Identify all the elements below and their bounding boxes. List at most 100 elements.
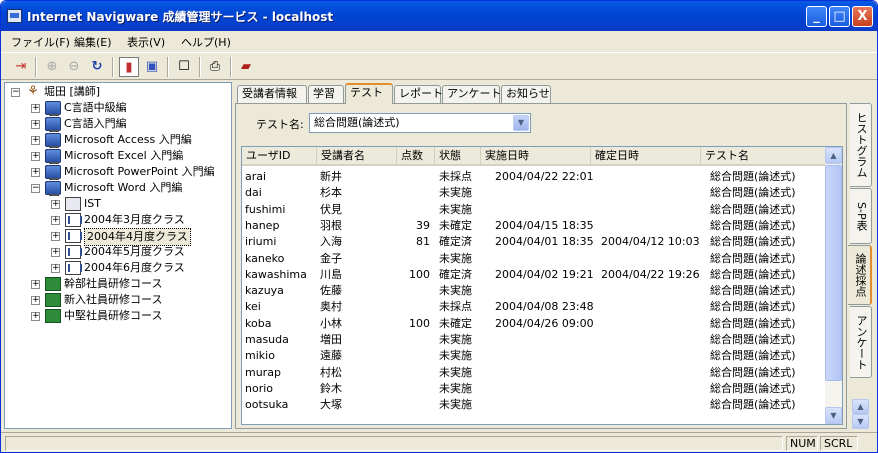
col-user-id[interactable]: ユーザID (242, 147, 317, 166)
table-row[interactable]: masuda 増田 未実施 総合問題(論述式) (242, 331, 826, 348)
cell-student-name: 村松 (320, 365, 342, 379)
tree-expand-toggle[interactable]: + (31, 280, 40, 289)
menu-file[interactable]: ファイル(F) (11, 34, 70, 50)
minimize-button[interactable]: _ (806, 6, 827, 27)
cell-score: 39 (416, 218, 430, 232)
computer-icon (45, 117, 61, 132)
refresh-icon[interactable]: ↻ (87, 57, 107, 77)
course-tree[interactable]: − ⚘ 堀田 [講師] + C言語中級編 + C言語入門編 + Microsoft Acc… (4, 82, 232, 429)
side-tab-histogram[interactable]: ヒストグラム (850, 103, 872, 187)
tree-node-label: Microsoft Excel 入門編 (64, 149, 184, 162)
table-row[interactable]: kei 奥村 未採点 2004/04/08 23:48 総合問題(論述式) (242, 298, 826, 315)
cell-status: 未実施 (439, 349, 472, 363)
menu-view[interactable]: 表示(V) (127, 34, 165, 50)
cell-status: 未採点 (439, 300, 472, 314)
title-bar[interactable]: Internet Navigware 成績管理サービス - localhost … (1, 1, 877, 31)
col-status[interactable]: 状態 (435, 147, 481, 166)
view-toggle-1-icon[interactable]: ▮ (119, 57, 139, 77)
col-test-name[interactable]: テスト名 (701, 147, 826, 166)
scroll-up-icon[interactable]: ▲ (825, 147, 842, 164)
cell-student-name: 佐藤 (320, 284, 342, 298)
side-tab-survey[interactable]: アンケート (850, 306, 872, 378)
col-student-name[interactable]: 受講者名 (317, 147, 397, 166)
tree-expand-toggle[interactable]: + (51, 200, 60, 209)
cell-taken-at: 2004/04/02 19:21 (495, 267, 594, 281)
tab-report[interactable]: レポート (394, 85, 443, 103)
scroll-thumb[interactable] (825, 165, 842, 381)
table-row[interactable]: iriumi 入海 81 確定済 2004/04/01 18:35 2004/04/12 … (242, 233, 826, 250)
tree-expand-toggle[interactable]: + (51, 216, 60, 225)
scroll-down-icon[interactable]: ▼ (825, 407, 842, 424)
cell-taken-at: 2004/04/26 09:00 (495, 316, 594, 330)
tree-expand-toggle[interactable]: + (51, 232, 60, 241)
cell-status: 未確定 (439, 316, 472, 330)
cell-status: 未実施 (439, 333, 472, 346)
tab-learning[interactable]: 学習 (308, 85, 344, 103)
side-scroll-up-icon[interactable]: ▲ (852, 399, 869, 414)
tab-student-info[interactable]: 受講者情報 (237, 85, 307, 103)
instructor-icon: ⚘ (27, 84, 39, 99)
tree-expand-toggle[interactable]: + (31, 104, 40, 113)
table-row[interactable]: kaneko 金子 未実施 総合問題(論述式) (242, 250, 826, 267)
tree-expand-toggle[interactable]: + (31, 312, 40, 321)
close-button[interactable]: X (852, 6, 873, 27)
tree-collapse-toggle[interactable]: − (11, 88, 20, 97)
col-score[interactable]: 点数 (397, 147, 435, 166)
user-card-icon[interactable]: ☐ (174, 57, 194, 77)
cell-student-name: 新井 (320, 170, 342, 183)
cell-status: 未実施 (439, 202, 472, 216)
class-icon (65, 213, 82, 227)
tree-expand-toggle[interactable]: + (31, 136, 40, 145)
zoom-in-icon[interactable]: ⊕ (42, 57, 62, 77)
side-tab-essay-grading[interactable]: 論述採点 (848, 245, 872, 305)
tree-expand-toggle[interactable]: + (31, 152, 40, 161)
tab-test[interactable]: テスト (345, 83, 393, 104)
col-confirmed-at[interactable]: 確定日時 (591, 147, 701, 166)
side-scroll-down-icon[interactable]: ▼ (852, 414, 869, 429)
chevron-down-icon[interactable]: ▼ (513, 115, 529, 131)
tree-expand-toggle[interactable]: + (51, 264, 60, 273)
table-row[interactable]: arai 新井 未採点 2004/04/22 22:01 総合問題(論述式) (242, 168, 826, 185)
cell-test-name: 総合問題(論述式) (710, 251, 796, 265)
table-row[interactable]: murap 村松 未実施 総合問題(論述式) (242, 364, 826, 381)
test-name-select[interactable]: 総合問題(論述式) ▼ (309, 113, 531, 133)
tree-expand-toggle[interactable]: + (31, 168, 40, 177)
view-toggle-2-icon[interactable]: ▣ (142, 57, 162, 77)
table-row[interactable]: mikio 遠藤 未実施 総合問題(論述式) (242, 347, 826, 364)
book-icon[interactable]: ▰ (236, 57, 256, 77)
tree-node-label: 2004年6月度クラス (84, 261, 185, 274)
tab-notice[interactable]: お知らせ (501, 85, 551, 103)
cell-test-name: 総合問題(論述式) (710, 170, 796, 183)
tree-expand-toggle[interactable]: + (31, 120, 40, 129)
table-row[interactable]: dai 杉本 未実施 総合問題(論述式) (242, 184, 826, 201)
cell-user-id: koba (245, 316, 272, 330)
table-row[interactable]: ootsuka 大塚 未実施 総合問題(論述式) (242, 396, 826, 413)
zoom-out-icon[interactable]: ⊖ (64, 57, 84, 77)
menu-edit[interactable]: 編集(E) (74, 34, 112, 50)
table-row[interactable]: norio 鈴木 未実施 総合問題(論述式) (242, 380, 826, 397)
cell-user-id: dai (245, 186, 262, 200)
side-tab-sp-table[interactable]: S-P表 (850, 188, 872, 244)
tab-survey[interactable]: アンケート (442, 85, 502, 103)
table-row[interactable]: fushimi 伏見 未実施 総合問題(論述式) (242, 201, 826, 218)
print-icon[interactable]: ⎙ (205, 57, 225, 77)
cell-user-id: masuda (245, 333, 289, 346)
test-panel: テスト名: 総合問題(論述式) ▼ ユーザID 受講者名 点数 状態 実施日時 … (235, 103, 847, 429)
table-row[interactable]: koba 小林 100 未確定 2004/04/26 09:00 総合問題(論述式) (242, 315, 826, 332)
tree-node-label: Microsoft Word 入門編 (64, 181, 183, 194)
table-row[interactable]: kazuya 佐藤 未実施 総合問題(論述式) (242, 282, 826, 299)
tree-expand-toggle[interactable]: + (51, 248, 60, 257)
maximize-button[interactable]: □ (829, 6, 850, 27)
cell-test-name: 総合問題(論述式) (710, 333, 796, 346)
col-taken-at[interactable]: 実施日時 (481, 147, 591, 166)
computer-icon (45, 181, 61, 196)
grid-scrollbar[interactable]: ▲ ▼ (825, 147, 842, 424)
computer-icon (45, 133, 61, 148)
tree-expand-toggle[interactable]: − (31, 184, 40, 193)
table-row[interactable]: kawashima 川島 100 確定済 2004/04/02 19:21 2004/04… (242, 266, 826, 283)
table-row[interactable]: hanep 羽根 39 未確定 2004/04/15 18:35 総合問題(論述式) (242, 217, 826, 234)
menu-help[interactable]: ヘルプ(H) (181, 34, 231, 50)
tree-expand-toggle[interactable]: + (31, 296, 40, 305)
exit-icon[interactable]: ⇥ (11, 57, 31, 77)
app-icon[interactable] (7, 9, 22, 23)
